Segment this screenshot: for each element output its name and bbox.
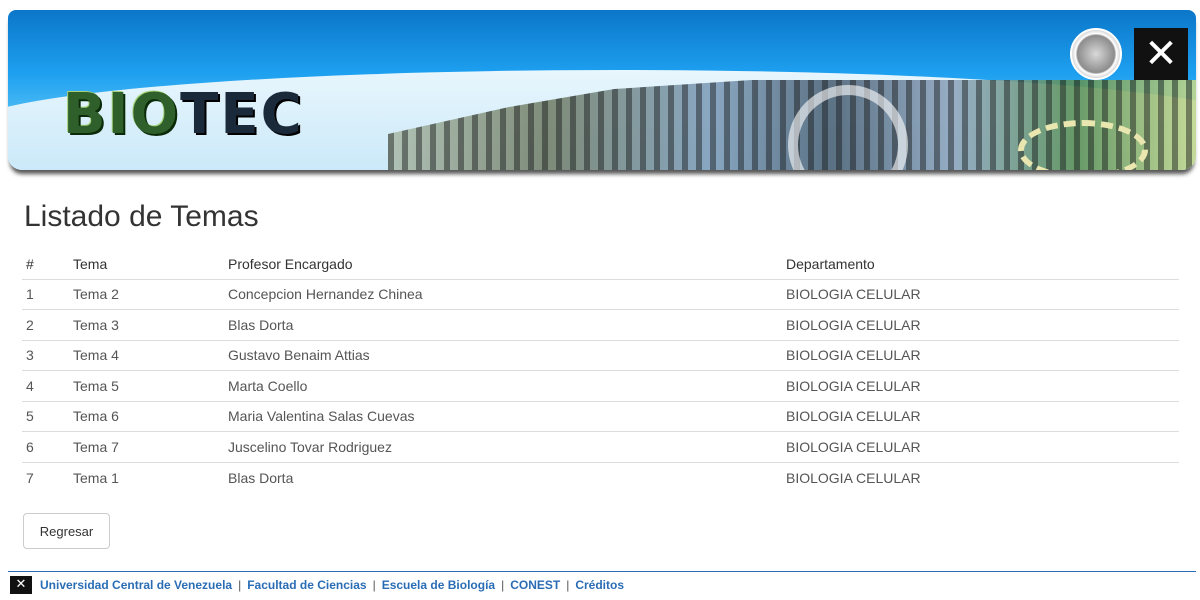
footer-separator: | (566, 578, 570, 592)
table-row: 3 Tema 4 Gustavo Benaim Attias BIOLOGIA … (22, 340, 1179, 371)
cell-department: BIOLOGIA CELULAR (782, 309, 1179, 341)
footer: ✕ Universidad Central de Venezuela | Fac… (10, 575, 624, 595)
ucv-logo-icon: ✕ (1134, 28, 1188, 80)
page-title: Listado de Temas (24, 200, 259, 233)
footer-link-faculty[interactable]: Facultad de Ciencias (247, 578, 366, 592)
cell-topic: Tema 6 (69, 401, 224, 432)
cell-professor: Blas Dorta (228, 469, 294, 486)
table-row: 7 Tema 1 Blas Dorta BIOLOGIA CELULAR (22, 462, 1179, 493)
cell-professor: Blas Dorta (224, 309, 782, 341)
column-header-topic: Tema (69, 249, 224, 280)
cell-department: BIOLOGIA CELULAR (782, 401, 1179, 432)
cell-department: BIOLOGIA CELULAR (786, 469, 921, 486)
cell-number: 4 (22, 370, 69, 402)
cell-professor: Concepcion Hernandez Chinea (224, 279, 782, 310)
table-row: 4 Tema 5 Marta Coello BIOLOGIA CELULAR (22, 370, 1179, 402)
cell-topic: Tema 4 (69, 340, 224, 371)
cell-number: 6 (22, 431, 69, 463)
cell-professor: Juscelino Tovar Rodriguez (224, 431, 782, 463)
header-banner: BIOTEC ✕ (8, 10, 1196, 170)
footer-divider (8, 571, 1196, 572)
table-row: 6 Tema 7 Juscelino Tovar Rodriguez BIOLO… (22, 431, 1179, 463)
footer-link-credits[interactable]: Créditos (575, 578, 624, 592)
ucv-logo-icon: ✕ (10, 576, 32, 594)
column-header-department: Departamento (782, 249, 1179, 280)
cell-department: BIOLOGIA CELULAR (782, 279, 1179, 310)
footer-link-ucv[interactable]: Universidad Central de Venezuela (40, 578, 232, 592)
cell-topic: Tema 1 (73, 469, 119, 486)
cell-professor: Gustavo Benaim Attias (224, 340, 782, 371)
cell-topic: Tema 3 (69, 309, 224, 341)
cell-professor: Marta Coello (224, 370, 782, 402)
footer-separator: | (372, 578, 376, 592)
footer-separator: | (501, 578, 505, 592)
cell-professor: Maria Valentina Salas Cuevas (224, 401, 782, 432)
footer-separator: | (238, 578, 242, 592)
biotec-logo: BIOTEC (63, 82, 304, 147)
cell-topic: Tema 2 (69, 279, 224, 310)
cell-department: BIOLOGIA CELULAR (782, 370, 1179, 402)
topics-table: # Tema Profesor Encargado Departamento 1… (22, 249, 1179, 493)
footer-link-school[interactable]: Escuela de Biología (382, 578, 495, 592)
table-row: 5 Tema 6 Maria Valentina Salas Cuevas BI… (22, 401, 1179, 432)
cell-number: 7 (26, 469, 34, 486)
university-seal-icon (1070, 28, 1122, 80)
column-header-number: # (22, 249, 69, 280)
cell-department: BIOLOGIA CELULAR (782, 340, 1179, 371)
cell-department: BIOLOGIA CELULAR (782, 431, 1179, 463)
table-row: 2 Tema 3 Blas Dorta BIOLOGIA CELULAR (22, 309, 1179, 341)
table-header-row: # Tema Profesor Encargado Departamento (22, 249, 1179, 280)
cell-number: 1 (22, 279, 69, 310)
back-button[interactable]: Regresar (23, 513, 110, 549)
cell-number: 3 (22, 340, 69, 371)
table-row: 1 Tema 2 Concepcion Hernandez Chinea BIO… (22, 279, 1179, 310)
cell-topic: Tema 7 (69, 431, 224, 463)
column-header-professor: Profesor Encargado (224, 249, 782, 280)
logo-text-tec: TEC (180, 82, 304, 147)
cell-number: 5 (22, 401, 69, 432)
cell-number: 2 (22, 309, 69, 341)
footer-link-conest[interactable]: CONEST (510, 578, 560, 592)
logo-text-bio: BIO (63, 82, 181, 147)
cell-topic: Tema 5 (69, 370, 224, 402)
